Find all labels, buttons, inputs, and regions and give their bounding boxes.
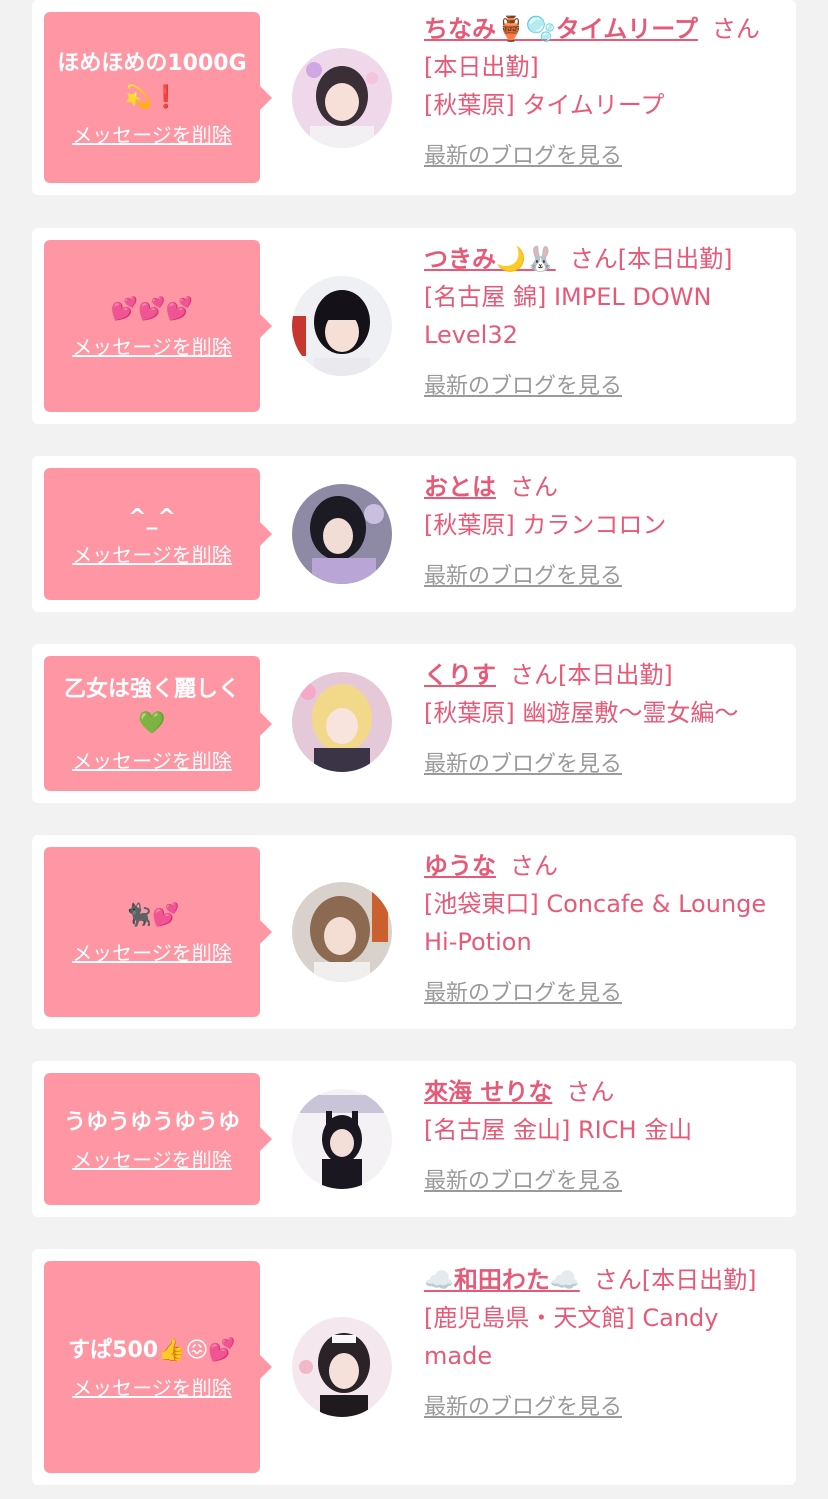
avatar[interactable] bbox=[292, 48, 392, 148]
cast-info: ちなみ🏺🫧タイムリープ さん [本日出勤] [秋葉原] タイムリープ 最新のブログを… bbox=[424, 10, 774, 176]
honorific-label: さん bbox=[510, 473, 558, 501]
status-label: [本日出勤] bbox=[641, 1266, 757, 1294]
message-card: 💕💕💕 メッセージを削除 つきみ🌙🐰 さん[本日出勤] [名古屋 錦] IMPEL… bbox=[32, 228, 796, 424]
avatar[interactable] bbox=[292, 276, 392, 376]
avatar[interactable] bbox=[292, 1317, 392, 1417]
honorific-label: さん bbox=[569, 245, 618, 273]
shop-label: [名古屋 金山] RICH 金山 bbox=[424, 1116, 693, 1144]
cast-info: ☁️和田わた☁️ さん[本日出勤] [鹿児島県・天文館] Candy made 最… bbox=[424, 1261, 774, 1427]
cast-info: つきみ🌙🐰 さん[本日出勤] [名古屋 錦] IMPEL DOWN Level32… bbox=[424, 240, 774, 406]
shop-label: [池袋東口] Concafe & Lounge Hi-Potion bbox=[424, 890, 767, 956]
message-card: うゆうゆうゆうゆ メッセージを削除 來海 せりな さん [名古屋 金山] RICH… bbox=[32, 1061, 796, 1217]
message-text: 🐈‍⬛💕 bbox=[124, 902, 180, 928]
delete-message-link[interactable]: メッセージを削除 bbox=[72, 331, 232, 360]
avatar-photo bbox=[292, 882, 392, 982]
avatar[interactable] bbox=[292, 882, 392, 982]
avatar-photo bbox=[292, 1317, 392, 1417]
message-card: ^_^ メッセージを削除 おとは さん [秋葉原] カランコロン 最新のブログを見… bbox=[32, 456, 796, 612]
status-label: [本日出勤] bbox=[617, 245, 733, 273]
honorific-label: さん bbox=[711, 15, 760, 43]
message-text: 💕💕💕 bbox=[110, 296, 194, 322]
delete-message-link[interactable]: メッセージを削除 bbox=[72, 1372, 232, 1401]
latest-blog-link[interactable]: 最新のブログを見る bbox=[424, 746, 622, 784]
shop-label: [秋葉原] カランコロン bbox=[424, 511, 667, 539]
honorific-label: さん bbox=[510, 852, 558, 880]
latest-blog-link[interactable]: 最新のブログを見る bbox=[424, 1163, 622, 1201]
avatar-photo bbox=[292, 672, 392, 772]
avatar[interactable] bbox=[292, 672, 392, 772]
avatar-photo bbox=[292, 48, 392, 148]
message-bubble: ほめほめの1000G 💫❗ メッセージを削除 bbox=[44, 12, 272, 183]
latest-blog-link[interactable]: 最新のブログを見る bbox=[424, 558, 622, 596]
avatar[interactable] bbox=[292, 484, 392, 584]
cast-name-link[interactable]: おとは bbox=[424, 473, 496, 501]
shop-label: [名古屋 錦] IMPEL DOWN Level32 bbox=[424, 283, 712, 349]
shop-label: [秋葉原] 幽遊屋敷〜霊女編〜 bbox=[424, 699, 739, 727]
latest-blog-link[interactable]: 最新のブログを見る bbox=[424, 1389, 622, 1427]
message-bubble: ^_^ メッセージを削除 bbox=[44, 468, 272, 600]
message-text: 乙女は強く麗しく 💚 bbox=[63, 677, 240, 736]
honorific-label: さん bbox=[510, 661, 558, 689]
latest-blog-link[interactable]: 最新のブログを見る bbox=[424, 138, 622, 176]
delete-message-link[interactable]: メッセージを削除 bbox=[72, 1144, 232, 1173]
message-text: ほめほめの1000G 💫❗ bbox=[57, 51, 247, 110]
cast-name-link[interactable]: くりす bbox=[424, 661, 496, 689]
status-label: [本日出勤] bbox=[424, 53, 539, 81]
message-text: すぱ500👍😖💕 bbox=[68, 1337, 236, 1363]
cast-info: ゆうな さん [池袋東口] Concafe & Lounge Hi-Potion … bbox=[424, 847, 774, 1013]
cast-name-link[interactable]: 來海 せりな bbox=[424, 1078, 552, 1106]
cast-info: くりす さん[本日出勤] [秋葉原] 幽遊屋敷〜霊女編〜 最新のブログを見る bbox=[424, 656, 774, 784]
message-card: ほめほめの1000G 💫❗ メッセージを削除 ちなみ🏺🫧タイムリープ さん [本日出… bbox=[32, 0, 796, 195]
honorific-label: さん bbox=[566, 1078, 615, 1106]
message-bubble: すぱ500👍😖💕 メッセージを削除 bbox=[44, 1261, 272, 1473]
message-bubble: 🐈‍⬛💕 メッセージを削除 bbox=[44, 847, 272, 1017]
cast-name-link[interactable]: ☁️和田わた☁️ bbox=[424, 1266, 580, 1294]
honorific-label: さん bbox=[593, 1266, 642, 1294]
cast-info: 來海 せりな さん [名古屋 金山] RICH 金山 最新のブログを見る bbox=[424, 1073, 774, 1201]
message-text: ^_^ bbox=[128, 504, 176, 530]
message-bubble: 💕💕💕 メッセージを削除 bbox=[44, 240, 272, 412]
avatar[interactable] bbox=[292, 1089, 392, 1189]
delete-message-link[interactable]: メッセージを削除 bbox=[72, 539, 232, 568]
avatar-photo bbox=[292, 1089, 392, 1189]
cast-info: おとは さん [秋葉原] カランコロン 最新のブログを見る bbox=[424, 468, 774, 596]
delete-message-link[interactable]: メッセージを削除 bbox=[72, 937, 232, 966]
message-card: すぱ500👍😖💕 メッセージを削除 ☁️和田わた☁️ さん[本日出勤] [鹿児島県… bbox=[32, 1249, 796, 1485]
cast-name-link[interactable]: つきみ🌙🐰 bbox=[424, 245, 556, 273]
message-bubble: 乙女は強く麗しく 💚 メッセージを削除 bbox=[44, 656, 272, 791]
latest-blog-link[interactable]: 最新のブログを見る bbox=[424, 975, 622, 1013]
latest-blog-link[interactable]: 最新のブログを見る bbox=[424, 368, 622, 406]
message-text: うゆうゆうゆうゆ bbox=[63, 1109, 240, 1135]
status-label: [本日出勤] bbox=[558, 661, 673, 689]
cast-name-link[interactable]: ちなみ🏺🫧タイムリープ bbox=[424, 15, 698, 43]
message-card: 乙女は強く麗しく 💚 メッセージを削除 くりす さん[本日出勤] [秋葉原] 幽遊… bbox=[32, 644, 796, 803]
message-bubble: うゆうゆうゆうゆ メッセージを削除 bbox=[44, 1073, 272, 1205]
shop-label: [鹿児島県・天文館] Candy made bbox=[424, 1304, 719, 1370]
avatar-photo bbox=[292, 484, 392, 584]
cast-name-link[interactable]: ゆうな bbox=[424, 852, 496, 880]
message-card: 🐈‍⬛💕 メッセージを削除 ゆうな さん [池袋東口] Concafe & Lou… bbox=[32, 835, 796, 1029]
delete-message-link[interactable]: メッセージを削除 bbox=[72, 745, 232, 774]
avatar-photo bbox=[292, 276, 392, 376]
shop-label: [秋葉原] タイムリープ bbox=[424, 91, 665, 119]
delete-message-link[interactable]: メッセージを削除 bbox=[72, 119, 232, 148]
